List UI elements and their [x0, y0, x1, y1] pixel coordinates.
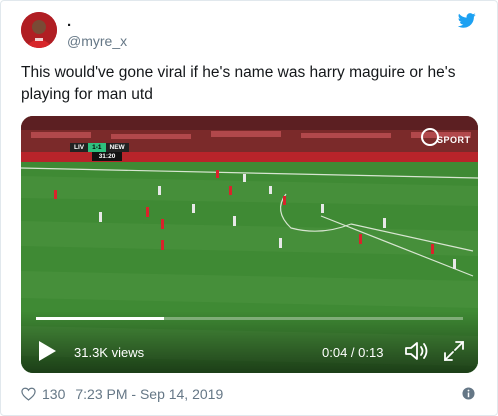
info-icon[interactable] [462, 387, 475, 400]
tweet-timestamp[interactable]: 7:23 PM - Sep 14, 2019 [75, 386, 223, 402]
avatar[interactable] [21, 12, 57, 48]
heart-icon[interactable] [21, 387, 36, 401]
progress-bar[interactable] [36, 317, 463, 320]
channel-logo: SPORT [421, 128, 470, 154]
fullscreen-icon[interactable] [443, 340, 465, 362]
video-time: 0:04 / 0:13 [322, 345, 384, 360]
tweet-card[interactable]: . @myre_x This would've gone viral if he… [0, 0, 498, 416]
view-count: 31.3K views [74, 345, 145, 360]
volume-icon[interactable] [404, 340, 430, 362]
scoreboard-score: 1-1 [88, 143, 106, 152]
scoreboard-away: NEW [105, 143, 129, 152]
twitter-bird-icon[interactable] [458, 13, 476, 28]
scoreboard: LIV 1-1 NEW 31:20 [70, 143, 129, 162]
video-player[interactable]: LIV 1-1 NEW 31:20 SPORT 31.3K views 0:04… [21, 116, 478, 373]
play-icon[interactable] [37, 340, 57, 362]
tweet-text: This would've gone viral if he's name wa… [21, 64, 456, 103]
tweet-footer: 130 7:23 PM - Sep 14, 2019 [21, 385, 223, 403]
user-handle[interactable]: @myre_x [67, 32, 127, 50]
scoreboard-home: LIV [70, 143, 89, 152]
display-name[interactable]: . [67, 13, 71, 31]
like-count: 130 [42, 386, 66, 402]
progress-fill [36, 317, 165, 320]
scoreboard-clock: 31:20 [92, 152, 122, 161]
